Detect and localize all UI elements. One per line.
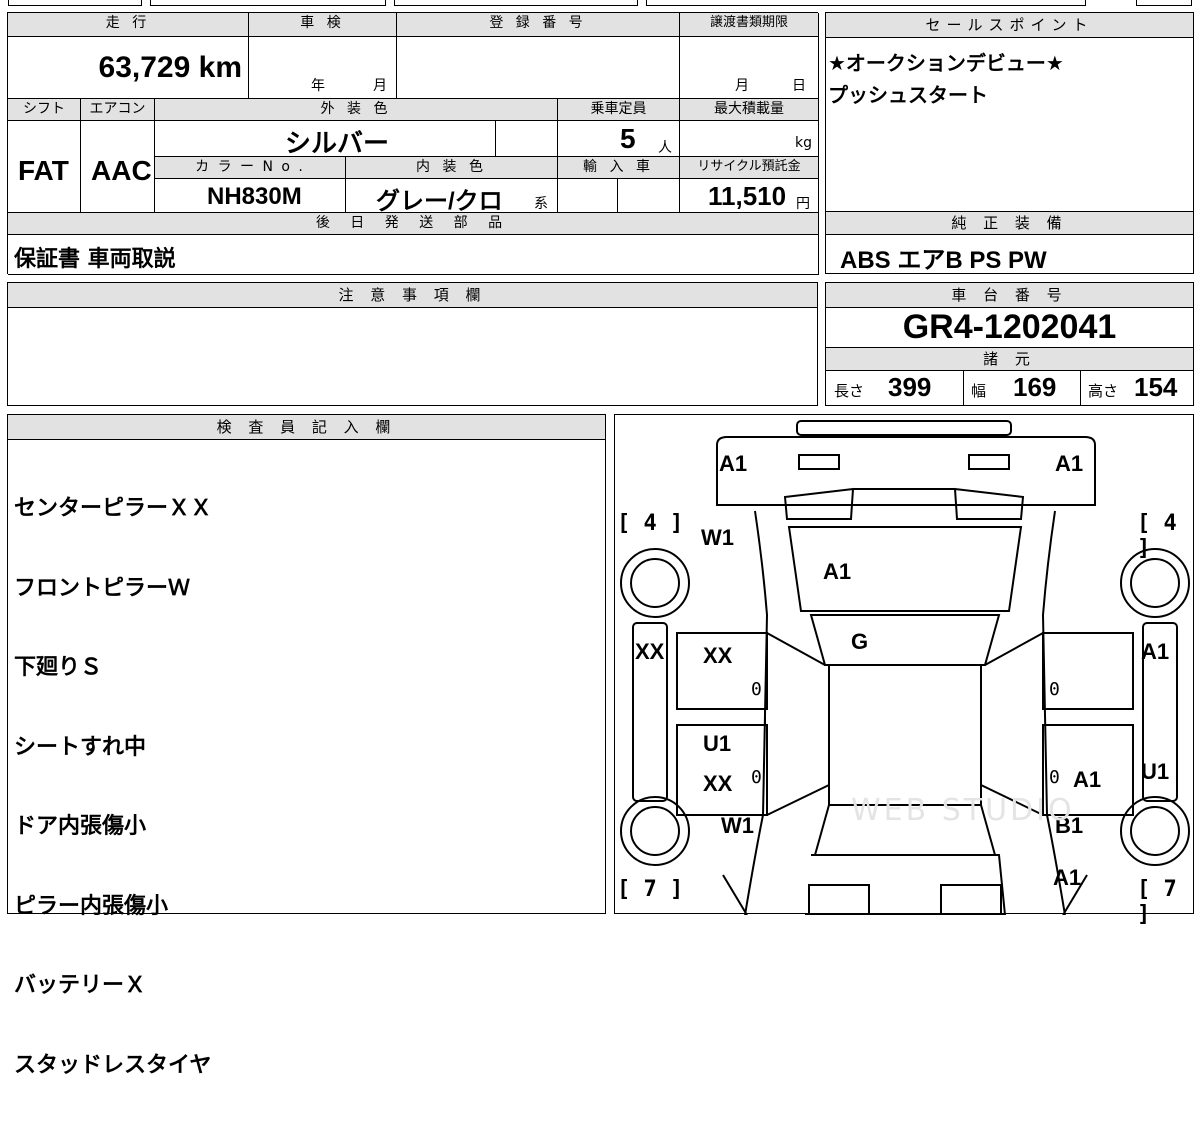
note-line: シートすれ中 [14, 734, 147, 760]
interior-color-header: 内 装 色 [346, 157, 558, 179]
damage-rear-left-door-bottom: XX [703, 771, 733, 796]
damage-right-rear-door: A1 [1073, 767, 1102, 792]
note-line: バッテリーＸ [14, 973, 147, 998]
recycle-value: 11,510 [708, 181, 787, 211]
height-label: 高さ [1088, 382, 1119, 400]
tire-tread-rear-right: [ 7 ] [1137, 877, 1177, 927]
damage-right-quarter: U1 [1141, 759, 1170, 784]
zero-mark: 0 [1049, 767, 1060, 788]
ac-value: AAC [91, 155, 152, 186]
recycle-unit: 円 [796, 196, 810, 212]
damage-front-right-bumper: A1 [1055, 451, 1084, 476]
capacity-unit: 人 [658, 140, 672, 156]
ac-header: エアコン [81, 99, 155, 121]
length-value: 399 [888, 372, 932, 402]
exterior-color-value: シルバー [285, 128, 390, 158]
sales-point-line-1: ★オークションデビュー★ [828, 51, 1064, 75]
note-line: スタッドレスタイヤ [14, 1052, 212, 1078]
caution-header: 注 意 事 項 欄 [8, 283, 817, 308]
note-line: 下廻りＳ [14, 655, 103, 680]
damage-left-pillar: XX [635, 639, 665, 664]
transfer-month: 月 [735, 78, 749, 94]
tire-tread-front-left: [ 4 ] [617, 511, 684, 536]
inspector-notes-list: センターピラーＸＸ フロントピラーＷ 下廻りＳ シートすれ中 ドア内張傷小 ピラ… [8, 439, 218, 1136]
tire-tread-front-right: [ 4 ] [1137, 511, 1177, 561]
import-header: 輸 入 車 [558, 157, 680, 179]
sales-point-box: セールスポイント ★オークションデビュー★ プッシュスタート [825, 12, 1194, 212]
exterior-color-header: 外 装 色 [155, 99, 558, 121]
max-load-unit: kg [795, 135, 812, 151]
note-line: ピラー内張傷小 [14, 893, 169, 919]
damage-right-front-fender: A1 [1141, 639, 1170, 664]
damage-hood: A1 [823, 559, 852, 584]
damage-front-left-bumper: A1 [719, 451, 748, 476]
genuine-equipment-box: 純 正 装 備 ABS エアB PS PW [825, 212, 1194, 274]
caution-box: 注 意 事 項 欄 [7, 282, 818, 406]
later-parts-value: 保証書 車両取説 [14, 247, 176, 272]
inspection-month: 月 [373, 78, 387, 94]
damage-rear-left-fender: W1 [721, 813, 754, 838]
note-line: センターピラーＸＸ [14, 496, 213, 521]
damage-rear-right-bumper: A1 [1053, 865, 1082, 890]
sales-point-header: セールスポイント [826, 13, 1193, 38]
damage-front-left-door: XX [703, 643, 733, 668]
capacity-header: 乗車定員 [558, 99, 680, 121]
mileage-header: 走 行 [8, 13, 249, 37]
watermark: WEB STUDIO [851, 793, 1075, 828]
height-value: 154 [1134, 372, 1178, 402]
damage-rear-left-door-top: U1 [703, 731, 732, 756]
genuine-equipment-value: ABS エアB PS PW [840, 247, 1047, 274]
interior-color-value: グレー/クロ [376, 188, 503, 215]
sales-point-line-2: プッシュスタート [828, 83, 988, 107]
car-outline-svg [620, 420, 1190, 915]
zero-mark: 0 [751, 679, 762, 700]
width-value: 169 [1013, 372, 1057, 402]
width-label: 幅 [971, 382, 987, 400]
later-parts-header: 後 日 発 送 部 品 [8, 213, 819, 235]
damage-windshield: G [851, 629, 869, 654]
inspection-year: 年 [311, 78, 325, 94]
chassis-number: GR4-1202041 [902, 308, 1117, 346]
registration-header: 登 録 番 号 [397, 13, 680, 37]
shift-value: FAT [18, 155, 69, 186]
zero-mark: 0 [751, 767, 762, 788]
tire-tread-rear-left: [ 7 ] [617, 877, 684, 902]
genuine-equipment-header: 純 正 装 備 [826, 212, 1193, 235]
inspector-notes-box: 検 査 員 記 入 欄 センターピラーＸＸ フロントピラーＷ 下廻りＳ シートす… [7, 414, 606, 1078]
chassis-box: 車 台 番 号 GR4-1202041 諸 元 長さ 399 幅 169 高さ … [825, 282, 1194, 406]
recycle-header: リサイクル預託金 [680, 157, 819, 179]
spec-header: 諸 元 [826, 347, 1193, 371]
length-label: 長さ [834, 382, 865, 400]
chassis-header: 車 台 番 号 [826, 283, 1193, 308]
shift-header: シフト [8, 99, 81, 121]
max-load-header: 最大積載量 [680, 99, 819, 121]
color-no-value: NH830M [207, 183, 302, 210]
color-no-header: カ ラ ー N o . [155, 157, 346, 179]
note-line: フロントピラーＷ [14, 575, 191, 601]
inspector-notes-header: 検 査 員 記 入 欄 [8, 415, 605, 440]
interior-suffix: 系 [534, 196, 548, 212]
car-damage-diagram: A1 A1 A1 G W1 XX XX U1 XX W1 A1 A1 U1 B1… [614, 414, 1194, 927]
transfer-deadline-header: 譲渡書類期限 [680, 13, 819, 37]
registration-value [397, 37, 680, 99]
capacity-value: 5 [620, 123, 636, 154]
inspection-header: 車 検 [249, 13, 397, 37]
vehicle-info-table: 走 行 車 検 登 録 番 号 譲渡書類期限 63,729 km 年 月 月 日… [7, 12, 819, 275]
transfer-day: 日 [792, 78, 806, 94]
mileage-value: 63,729 km [98, 51, 242, 84]
note-line: ドア内張傷小 [14, 814, 147, 839]
damage-front-left-fender: W1 [701, 525, 734, 550]
zero-mark: 0 [1049, 679, 1060, 700]
